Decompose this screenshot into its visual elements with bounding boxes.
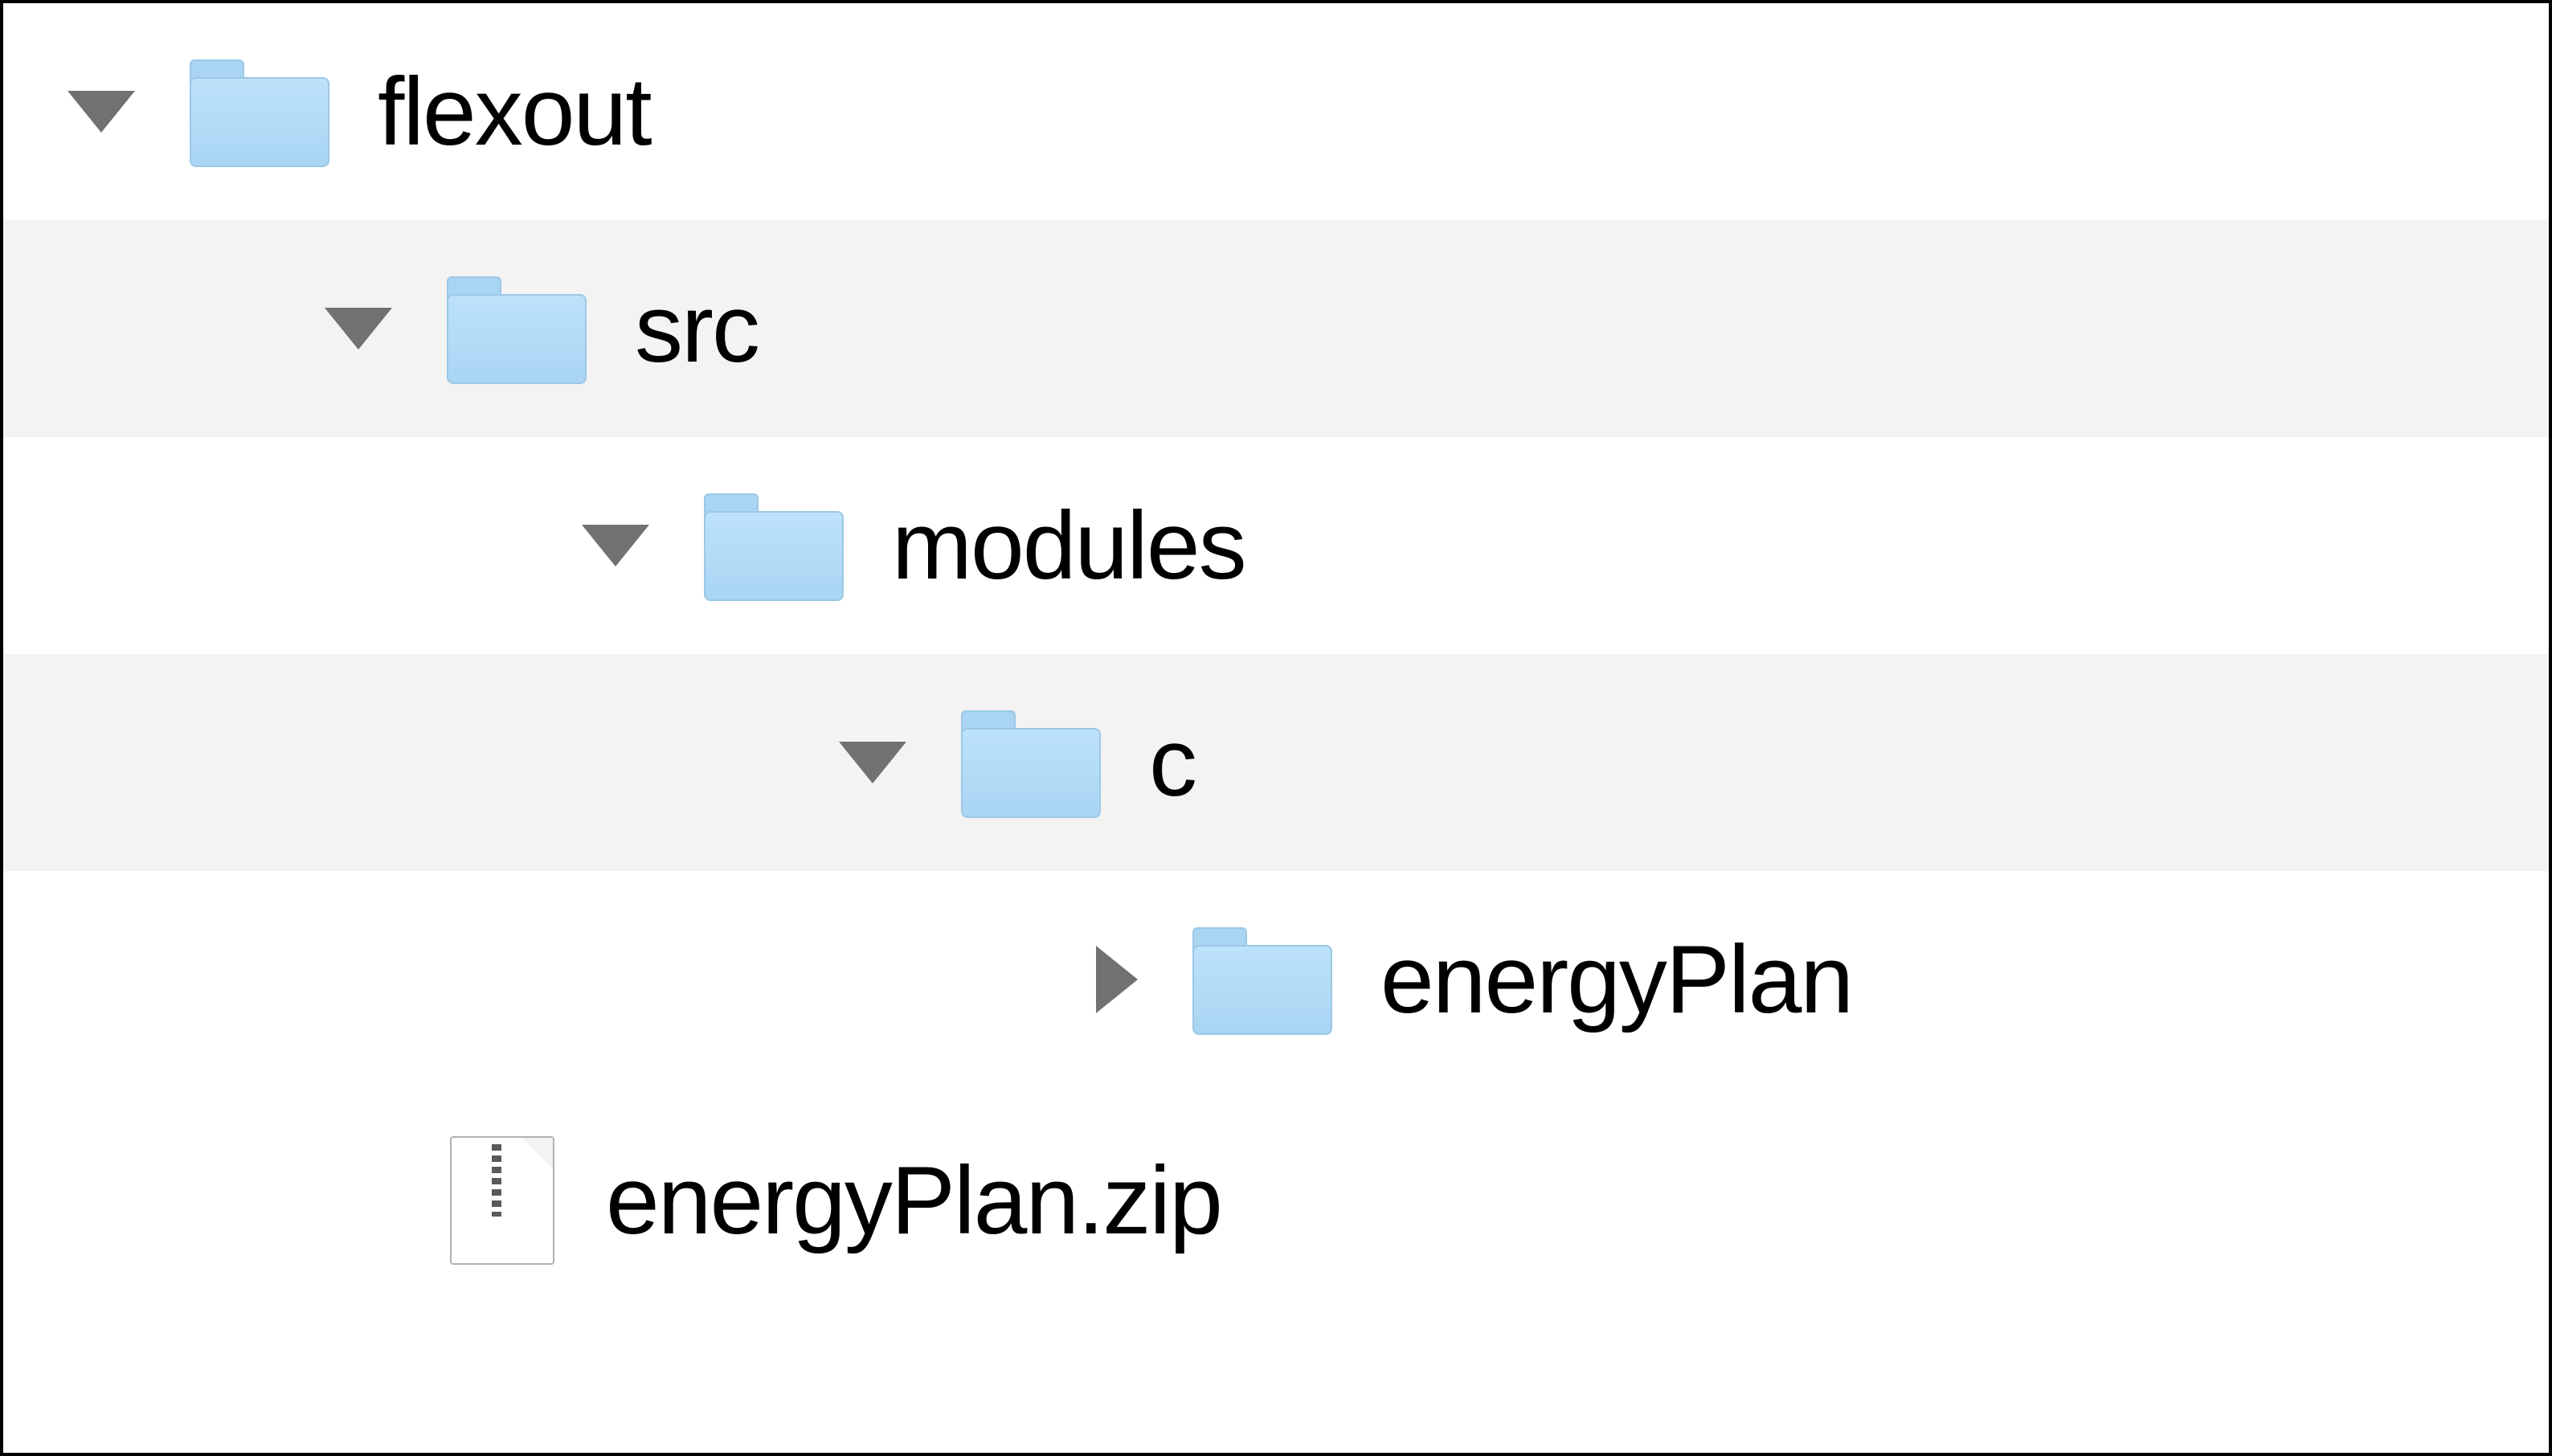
folder-icon (961, 710, 1098, 815)
tree-item-label: src (635, 273, 759, 384)
folder-icon (1192, 927, 1329, 1032)
chevron-down-icon[interactable] (839, 742, 906, 783)
tree-row-src[interactable]: src (3, 220, 2549, 437)
tree-item-label: flexout (378, 56, 651, 167)
tree-row-c[interactable]: c (3, 654, 2549, 871)
chevron-down-icon[interactable] (325, 308, 392, 350)
folder-icon (704, 493, 840, 598)
zip-file-icon (450, 1136, 554, 1265)
tree-item-label: energyPlan.zip (606, 1145, 1221, 1256)
file-tree: flexout src modules c energyPlan energyP… (0, 0, 2552, 1456)
chevron-right-icon[interactable] (1096, 946, 1138, 1013)
chevron-down-icon[interactable] (582, 525, 649, 566)
tree-row-energyplan[interactable]: energyPlan (3, 871, 2549, 1088)
folder-icon (190, 59, 326, 164)
tree-item-label: c (1149, 707, 1196, 818)
chevron-down-icon[interactable] (67, 91, 135, 133)
tree-row-energyplan-zip[interactable]: energyPlan.zip (3, 1088, 2549, 1313)
folder-icon (447, 276, 583, 381)
tree-item-label: energyPlan (1380, 924, 1852, 1035)
tree-item-label: modules (892, 490, 1245, 601)
tree-row-flexout[interactable]: flexout (3, 3, 2549, 220)
tree-row-modules[interactable]: modules (3, 437, 2549, 654)
